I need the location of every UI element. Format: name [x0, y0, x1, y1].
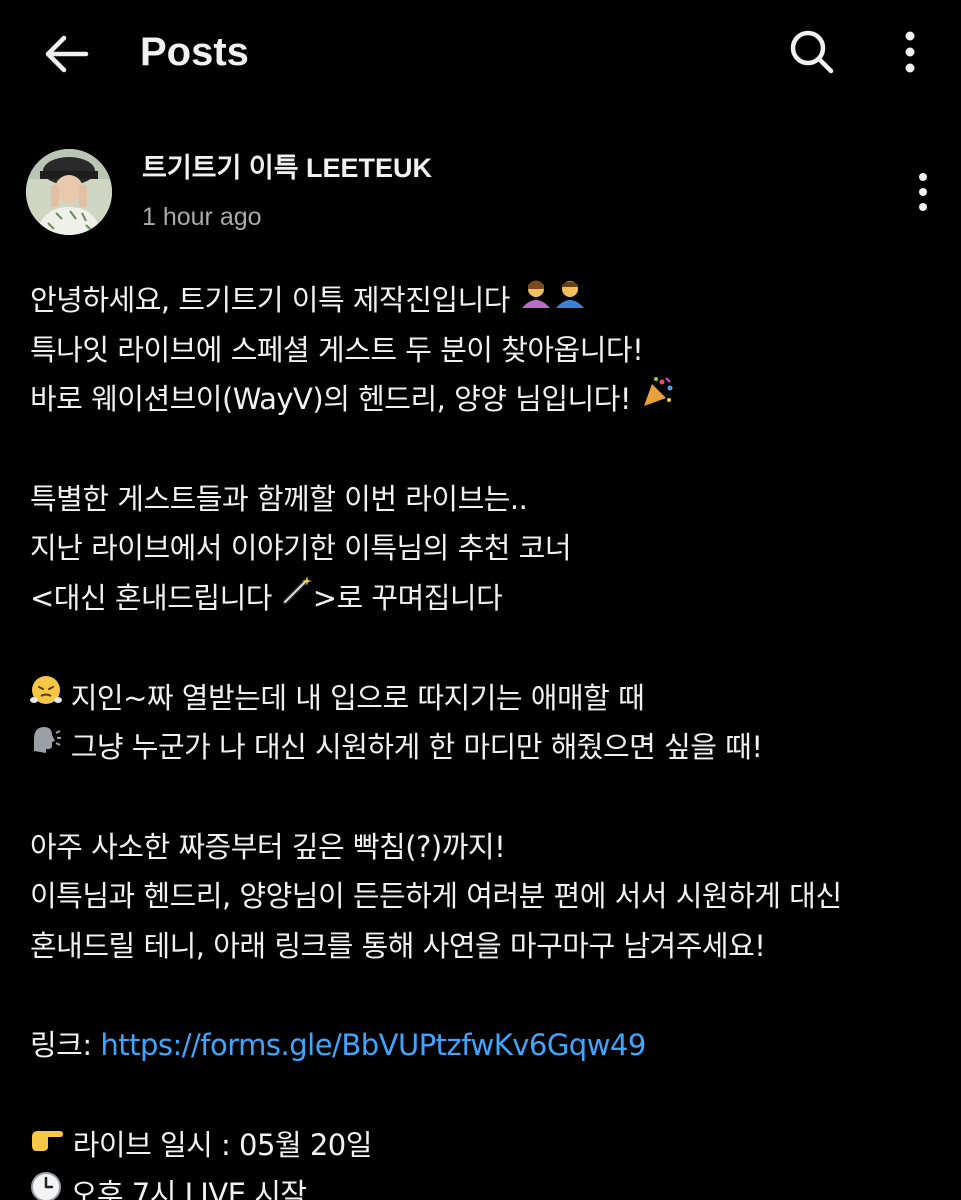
speaking-head-icon — [30, 721, 62, 771]
more-vertical-icon — [919, 173, 927, 211]
post-line: 특나잇 라이브에 스페셜 게스트 두 분이 찾아옵니다! — [30, 332, 644, 367]
post-author[interactable]: 트기트기 이특 LEETEUK — [142, 148, 432, 188]
post-line: 지인~짜 열받는데 내 입으로 따지기는 애매할 때 — [30, 674, 950, 724]
post-timestamp: 1 hour ago — [142, 203, 262, 231]
post-line: 안녕하세요, 트기트기 이특 제작진입니다 — [30, 276, 950, 326]
post-text: 라이브 일시 : 05월 20일 — [72, 1127, 373, 1162]
more-vertical-icon — [905, 31, 915, 73]
post-line: 지난 라이브에서 이야기한 이특님의 추천 코너 — [30, 531, 572, 566]
post-line: 링크: https://forms.gle/BbVUPtzfwKv6Gqw49 — [30, 1021, 950, 1071]
link-label: 링크: — [30, 1028, 101, 1063]
top-app-bar: Posts — [0, 0, 961, 110]
clock-icon — [30, 1169, 62, 1200]
avatar[interactable] — [26, 149, 112, 235]
person-bowing-icon — [553, 274, 587, 324]
post-line: 특별한 게스트들과 함께할 이번 라이브는.. — [30, 481, 528, 516]
post-line: 바로 웨이션브이(WayV)의 헨드리, 양양 님입니다! — [30, 375, 950, 425]
post-text: 안녕하세요, 트기트기 이특 제작진입니다 — [30, 283, 510, 317]
post-text: >로 꾸며집니다 — [312, 581, 503, 616]
party-popper-icon — [640, 374, 674, 424]
avatar-image — [26, 149, 112, 235]
post-line: 그냥 누군가 나 대신 시원하게 한 마디만 해줬으면 싶을 때! — [30, 723, 950, 773]
post-line: 혼내드릴 테니, 아래 링크를 통해 사연을 마구마구 남겨주세요! — [30, 928, 766, 963]
post-line: 아주 사소한 짜증부터 깊은 빡침(?)까지! — [30, 829, 506, 864]
magic-wand-icon — [281, 572, 313, 622]
more-options-button[interactable] — [880, 22, 940, 82]
post-text: 그냥 누군가 나 대신 시원하게 한 마디만 해줬으면 싶을 때! — [70, 730, 763, 765]
post-options-button[interactable] — [900, 164, 946, 220]
post-line: 라이브 일시 : 05월 20일 — [30, 1121, 950, 1171]
post-line: <대신 혼내드립니다 >로 꾸며집니다 — [30, 574, 950, 624]
back-button[interactable] — [36, 24, 96, 84]
post-line: 오후 7시 LIVE 시작 — [30, 1170, 950, 1200]
page-title: Posts — [140, 30, 249, 74]
arrow-left-icon — [45, 35, 89, 73]
post-line: 이특님과 헨드리, 양양님이 든든하게 여러분 편에 서서 시원하게 대신 — [30, 879, 842, 914]
post-text: <대신 혼내드립니다 — [30, 581, 272, 616]
post-text: 바로 웨이션브이(WayV)의 헨드리, 양양 님입니다! — [30, 382, 632, 417]
search-button[interactable] — [782, 22, 842, 82]
post-text: 오후 7시 LIVE 시작 — [70, 1177, 307, 1200]
post-text: 지인~짜 열받는데 내 입으로 따지기는 애매할 때 — [70, 680, 645, 715]
posts-screen: Posts 트기트기 이특 LEETEUK 1 hour ago 안녕하세요, … — [0, 0, 961, 1200]
face-steam-icon — [30, 672, 62, 722]
search-icon — [790, 30, 834, 74]
pointing-right-icon — [30, 1119, 64, 1169]
person-bowing-icon — [519, 274, 553, 324]
form-link[interactable]: https://forms.gle/BbVUPtzfwKv6Gqw49 — [100, 1028, 646, 1062]
post-body: 안녕하세요, 트기트기 이특 제작진입니다 특나잇 라이브에 스페셜 게스트 두… — [30, 276, 950, 1200]
